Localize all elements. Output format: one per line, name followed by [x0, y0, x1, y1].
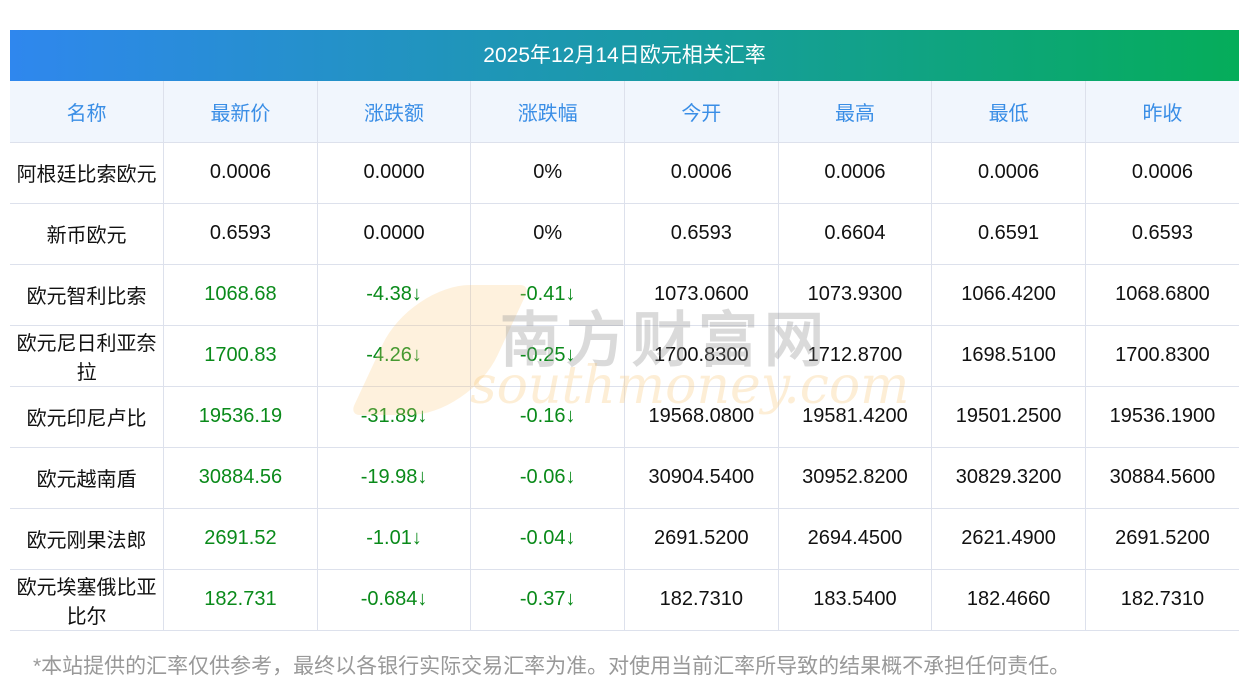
rate-cell: 1700.8300: [624, 324, 779, 387]
column-header: 今开: [624, 81, 779, 143]
column-header: 名称: [10, 81, 165, 143]
table-row: 欧元埃塞俄比亚比尔 182.731 -0.684↓ -0.37↓ 182.7310 183…: [10, 568, 1239, 631]
rate-cell: 182.7310: [1084, 568, 1239, 631]
currency-name: 新币欧元: [10, 202, 165, 265]
rate-cell: -0.06↓: [470, 446, 625, 509]
rate-cell: -0.16↓: [470, 385, 625, 448]
rate-cell: 1698.5100: [931, 324, 1086, 387]
rate-cell: 0.0000: [316, 202, 472, 265]
table-row: 欧元刚果法郎 2691.52 -1.01↓ -0.04↓ 2691.5200 2694.4…: [10, 507, 1239, 570]
table-row: 欧元智利比索 1068.68 -4.38↓ -0.41↓ 1073.0600 1073.9…: [10, 263, 1239, 326]
rate-cell: -0.41↓: [470, 263, 625, 326]
column-header: 涨跌幅: [470, 81, 625, 143]
rate-cell: 30829.3200: [931, 446, 1086, 509]
rate-cell: 2621.4900: [931, 507, 1086, 570]
column-header: 最低: [931, 81, 1086, 143]
rate-cell: 0.6591: [931, 202, 1086, 265]
rate-cell: 1068.6800: [1084, 263, 1239, 326]
rate-cell: 2691.52: [163, 507, 318, 570]
rate-cell: 1073.0600: [624, 263, 779, 326]
rate-cell: 1700.83: [163, 324, 318, 387]
rate-cell: 0.6593: [624, 202, 779, 265]
rate-cell: 2691.5200: [1084, 507, 1239, 570]
rate-cell: 0.0000: [316, 141, 472, 204]
rate-cell: 182.4660: [931, 568, 1086, 631]
rate-cell: -31.89↓: [316, 385, 472, 448]
rate-cell: 2694.4500: [777, 507, 933, 570]
table-row: 欧元越南盾 30884.56 -19.98↓ -0.06↓ 30904.5400 3095…: [10, 446, 1239, 509]
rate-cell: -0.04↓: [470, 507, 625, 570]
rate-cell: -0.684↓: [316, 568, 472, 631]
rate-cell: 0.6593: [1084, 202, 1239, 265]
exchange-rate-table: 名称 最新价 涨跌额 涨跌幅 今开 最高 最低 昨收 阿根廷比索欧元 0.0006 0.0000 0…: [10, 81, 1239, 631]
rate-cell: 0.0006: [931, 141, 1086, 204]
table-title: 2025年12月14日欧元相关汇率: [10, 30, 1239, 81]
rate-cell: 19536.1900: [1084, 385, 1239, 448]
currency-name: 欧元埃塞俄比亚比尔: [10, 568, 165, 631]
column-header: 涨跌额: [316, 81, 472, 143]
rate-cell: 0.0006: [777, 141, 933, 204]
rate-cell: 0.0006: [163, 141, 318, 204]
rate-cell: 1073.9300: [777, 263, 933, 326]
rate-cell: 1066.4200: [931, 263, 1086, 326]
column-header: 昨收: [1084, 81, 1239, 143]
currency-name: 欧元印尼卢比: [10, 385, 165, 448]
table-row: 阿根廷比索欧元 0.0006 0.0000 0% 0.0006 0.0006 0.0006 0…: [10, 141, 1239, 204]
rate-cell: -19.98↓: [316, 446, 472, 509]
rate-cell: 1700.8300: [1084, 324, 1239, 387]
rate-cell: -0.25↓: [470, 324, 625, 387]
rate-cell: 2691.5200: [624, 507, 779, 570]
column-header: 最新价: [163, 81, 318, 143]
rate-cell: 0%: [470, 141, 625, 204]
rate-cell: 30952.8200: [777, 446, 933, 509]
currency-name: 欧元尼日利亚奈拉: [10, 324, 165, 387]
disclaimer: *本站提供的汇率仅供参考，最终以各银行实际交易汇率为准。对使用当前汇率所导致的结…: [33, 655, 1071, 678]
rate-cell: -0.37↓: [470, 568, 625, 631]
rate-cell: 19568.0800: [624, 385, 779, 448]
rate-cell: 30884.5600: [1084, 446, 1239, 509]
rate-cell: 30904.5400: [624, 446, 779, 509]
currency-name: 欧元越南盾: [10, 446, 165, 509]
rate-cell: 30884.56: [163, 446, 318, 509]
rate-cell: 182.7310: [624, 568, 779, 631]
rate-cell: 182.731: [163, 568, 318, 631]
rate-cell: -1.01↓: [316, 507, 472, 570]
currency-name: 阿根廷比索欧元: [10, 141, 165, 204]
rate-cell: 0.0006: [624, 141, 779, 204]
rate-cell: 19536.19: [163, 385, 318, 448]
table-row: 新币欧元 0.6593 0.0000 0% 0.6593 0.6604 0.6591 0.65…: [10, 202, 1239, 265]
rate-cell: -4.38↓: [316, 263, 472, 326]
rate-cell: 0%: [470, 202, 625, 265]
header-row: 名称 最新价 涨跌额 涨跌幅 今开 最高 最低 昨收: [10, 81, 1239, 143]
rate-cell: 183.5400: [777, 568, 933, 631]
rate-cell: 19501.2500: [931, 385, 1086, 448]
rate-cell: 1068.68: [163, 263, 318, 326]
currency-name: 欧元刚果法郎: [10, 507, 165, 570]
rate-cell: 1712.8700: [777, 324, 933, 387]
table-row: 欧元尼日利亚奈拉 1700.83 -4.26↓ -0.25↓ 1700.8300 1712…: [10, 324, 1239, 387]
rate-cell: 0.6604: [777, 202, 933, 265]
rate-cell: 19581.4200: [777, 385, 933, 448]
rate-cell: 0.6593: [163, 202, 318, 265]
rate-cell: 0.0006: [1084, 141, 1239, 204]
currency-name: 欧元智利比索: [10, 263, 165, 326]
table-row: 欧元印尼卢比 19536.19 -31.89↓ -0.16↓ 19568.0800 195…: [10, 385, 1239, 448]
rate-cell: -4.26↓: [316, 324, 472, 387]
column-header: 最高: [777, 81, 933, 143]
